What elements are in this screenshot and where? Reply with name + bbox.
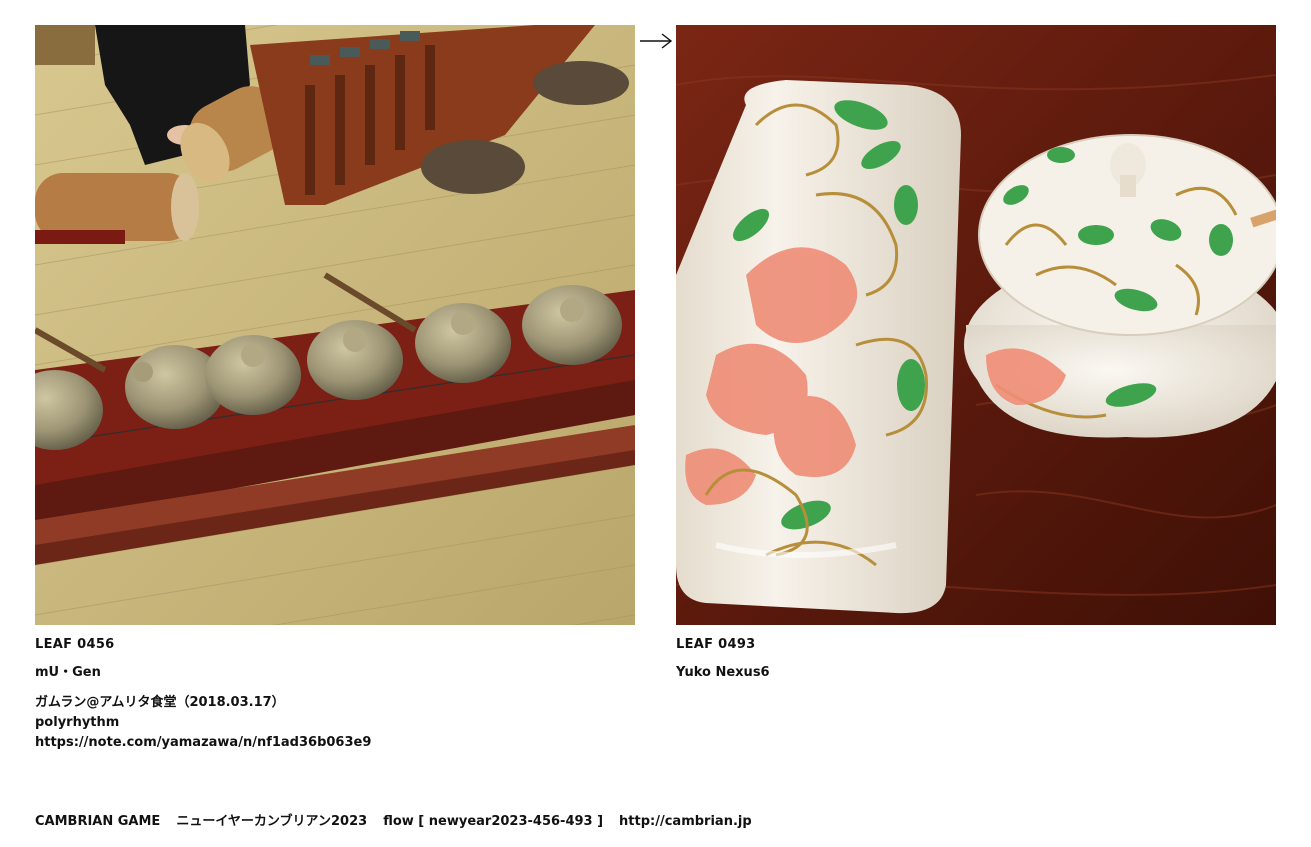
author-name[interactable]: Yuko Nexus6	[676, 665, 1276, 681]
description-line-tag: polyrhythm	[35, 715, 120, 730]
footer-event-name: ニューイヤーカンブリアン2023	[176, 814, 368, 829]
porcelain-photo-image	[676, 25, 1276, 625]
footer-bar: CAMBRIAN GAME ニューイヤーカンブリアン2023 flow [ newy…	[35, 814, 752, 830]
arrow-right-icon	[640, 33, 673, 49]
leaf-id-label: LEAF 0456	[35, 637, 115, 652]
leaf-photo-gamelan[interactable]	[35, 25, 635, 625]
next-leaf-arrow[interactable]	[639, 27, 673, 55]
author-name[interactable]: mU・Gen	[35, 665, 635, 681]
description-line-link[interactable]: https://note.com/yamazawa/n/nf1ad36b063e…	[35, 733, 635, 753]
leaf-card-0493: LEAF 0493 Yuko Nexus6	[676, 25, 1276, 681]
footer-site-link[interactable]: http://cambrian.jp	[619, 814, 752, 829]
leaf-photo-porcelain[interactable]	[676, 25, 1276, 625]
leaf-card-0456: LEAF 0456 mU・Gen ガムラン@アムリタ食堂（2018.03.17）…	[35, 25, 635, 753]
leaf-description: ガムラン@アムリタ食堂（2018.03.17） polyrhythm https…	[35, 693, 635, 753]
page: LEAF 0456 mU・Gen ガムラン@アムリタ食堂（2018.03.17）…	[0, 0, 1311, 847]
description-line-title: ガムラン@アムリタ食堂（2018.03.17）	[35, 695, 285, 710]
footer-flow-id: flow [ newyear2023-456-493 ]	[383, 814, 604, 829]
footer-game-title: CAMBRIAN GAME	[35, 814, 161, 829]
gamelan-photo-image	[35, 25, 635, 625]
leaf-id-label: LEAF 0493	[676, 637, 756, 652]
